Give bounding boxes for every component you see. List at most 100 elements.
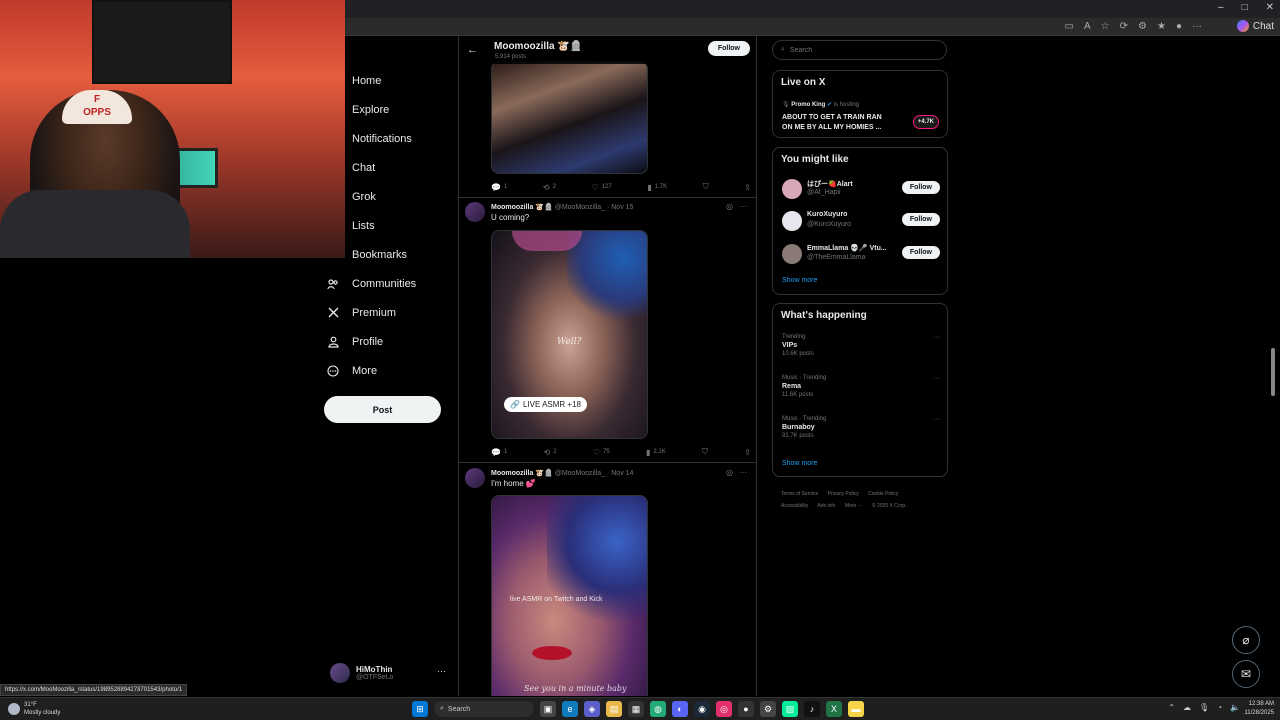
windows-start-icon[interactable]: ⊞: [412, 701, 428, 717]
trend-more-icon[interactable]: ···: [933, 375, 940, 382]
discord-icon[interactable]: ◐: [672, 701, 688, 717]
folder-icon[interactable]: ▤: [606, 701, 622, 717]
tweet-media[interactable]: live ASMR on Twitch and Kick See you in …: [491, 495, 648, 696]
trend-item[interactable]: Music · Trending Rema 11.6K posts ···: [782, 375, 940, 398]
suggested-account[interactable]: KuroXuyuro @KuroXuyuro Follow: [782, 210, 940, 232]
nav-item-profile[interactable]: Profile: [324, 327, 454, 356]
instagram-icon[interactable]: ◎: [716, 701, 732, 717]
page-scrollbar[interactable]: [1270, 36, 1276, 696]
tweet-more-icon[interactable]: ···: [739, 202, 747, 211]
bookmark-button[interactable]: ⛉: [703, 182, 709, 192]
tweet-handle[interactable]: @MooMoozilla_: [555, 204, 605, 211]
search-input[interactable]: [789, 46, 930, 54]
read-aloud-icon[interactable]: A: [1084, 21, 1091, 32]
settings-icon[interactable]: ⚙: [760, 701, 776, 717]
show-more-link[interactable]: Show more: [782, 277, 817, 284]
messages-floating-button[interactable]: ✉: [1232, 660, 1260, 688]
wifi-icon[interactable]: ◔: [1217, 703, 1222, 712]
avatar[interactable]: [465, 468, 485, 488]
privacy-link[interactable]: Privacy Policy: [828, 491, 859, 497]
tiktok-icon[interactable]: ♪: [804, 701, 820, 717]
ads-info-link[interactable]: Ads info: [817, 503, 835, 509]
nav-item-lists[interactable]: Lists: [324, 211, 454, 240]
tweet-date[interactable]: · Nov 14: [607, 470, 633, 477]
search-bar[interactable]: ⌕: [772, 40, 947, 60]
back-arrow-icon[interactable]: ←: [467, 44, 478, 56]
follow-button[interactable]: Follow: [901, 181, 940, 194]
cookie-link[interactable]: Cookie Policy: [868, 491, 898, 497]
accessibility-link[interactable]: Accessibility: [781, 503, 808, 509]
chevron-up-icon[interactable]: ⌃: [1168, 703, 1175, 712]
post-button[interactable]: Post: [324, 396, 441, 423]
tweet-author[interactable]: Moomoozilla 🐮🪦: [491, 470, 553, 477]
nav-item-premium[interactable]: Premium: [324, 298, 454, 327]
like-button[interactable]: ♡ 75: [593, 447, 610, 457]
grok-floating-button[interactable]: ⌀: [1232, 626, 1260, 654]
follow-button[interactable]: Follow: [707, 41, 750, 56]
nav-item-notifications[interactable]: Notifications: [324, 124, 454, 153]
obs-icon[interactable]: ●: [738, 701, 754, 717]
edge-icon[interactable]: e: [562, 701, 578, 717]
steam-icon[interactable]: ◉: [694, 701, 710, 717]
share-button[interactable]: ⇪: [744, 182, 751, 192]
task-view-icon[interactable]: ▣: [540, 701, 556, 717]
tweet-date[interactable]: · Nov 15: [607, 204, 633, 211]
grok-icon[interactable]: ◎: [726, 468, 733, 477]
repost-button[interactable]: ⟲ 2: [543, 182, 556, 192]
suggested-account[interactable]: はぴー🍓Alart @AI_Hapii Follow: [782, 178, 940, 200]
grok-icon[interactable]: ◎: [726, 202, 733, 211]
nav-item-explore[interactable]: Explore: [324, 95, 454, 124]
reader-mode-icon[interactable]: ▭: [1065, 21, 1074, 32]
share-button[interactable]: ⇪: [744, 447, 751, 457]
favorites-icon[interactable]: ★: [1157, 21, 1166, 32]
live-stream-title[interactable]: ABOUT TO GET A TRAIN RAN ON ME BY ALL MY…: [782, 113, 894, 133]
show-more-link[interactable]: Show more: [782, 460, 817, 467]
nav-item-chat[interactable]: Chat: [324, 153, 454, 182]
nav-item-bookmarks[interactable]: Bookmarks: [324, 240, 454, 269]
nav-item-more[interactable]: More: [324, 356, 454, 385]
copilot-button[interactable]: Chat: [1236, 20, 1274, 32]
views-button[interactable]: ▮ 1.7K: [647, 182, 667, 192]
tweet-media[interactable]: [491, 61, 648, 174]
chrome-icon[interactable]: ◍: [650, 701, 666, 717]
mic-icon[interactable]: 🎙: [1199, 703, 1209, 712]
excel-icon[interactable]: X: [826, 701, 842, 717]
profile-icon[interactable]: ●: [1176, 21, 1182, 32]
terms-link[interactable]: Terms of Service: [781, 491, 818, 497]
tweet-handle[interactable]: @MooMoozilla_: [555, 470, 605, 477]
tweet-media[interactable]: Well? 🔗 LIVE ASMR +18: [491, 230, 648, 439]
trend-more-icon[interactable]: ···: [933, 416, 940, 423]
copilot-icon[interactable]: ◈: [584, 701, 600, 717]
repost-button[interactable]: ⟲ 2: [544, 447, 557, 457]
trend-item[interactable]: Trending VIPs 10.6K posts ···: [782, 334, 940, 357]
close-window-button[interactable]: ✕: [1266, 2, 1274, 13]
views-button[interactable]: ▮ 2.1K: [646, 447, 666, 457]
taskbar-clock[interactable]: 12:38 AM 11/28/2025: [1244, 700, 1274, 718]
menu-icon[interactable]: ···: [1192, 21, 1202, 32]
scrollbar-thumb[interactable]: [1271, 348, 1275, 396]
sticky-notes-icon[interactable]: ▬: [848, 701, 864, 717]
nav-item-grok[interactable]: Grok: [324, 182, 454, 211]
reply-button[interactable]: 💬 1: [491, 447, 507, 457]
store-icon[interactable]: ▦: [628, 701, 644, 717]
follow-button[interactable]: Follow: [901, 246, 940, 259]
follow-button[interactable]: Follow: [901, 213, 940, 226]
account-switcher[interactable]: HiMoThin @OTFSeLo ···: [330, 660, 450, 686]
profile-timeline[interactable]: ← Moomoozilla 🐮🪦 5,914 posts Follow 💬 1 ⟲…: [458, 36, 757, 696]
extensions-icon[interactable]: ⚙: [1138, 21, 1147, 32]
live-on-x-card[interactable]: Live on X 🎙 Promo King ✔ is hosting ABOU…: [772, 70, 948, 138]
favorite-star-icon[interactable]: ☆: [1101, 21, 1110, 32]
weather-widget[interactable]: 31°F Mostly cloudy: [8, 701, 60, 717]
volume-icon[interactable]: 🔈: [1230, 703, 1240, 712]
more-link[interactable]: More ···: [845, 503, 863, 509]
avatar[interactable]: [465, 202, 485, 222]
taskbar-search[interactable]: ⌕ Search: [434, 701, 534, 717]
app-icon[interactable]: ▧: [782, 701, 798, 717]
trend-item[interactable]: Music · Trending Burnaboy 91.7K posts ··…: [782, 416, 940, 439]
network-icon[interactable]: ☁: [1183, 703, 1191, 712]
reply-button[interactable]: 💬 1: [491, 182, 507, 192]
tweet-author[interactable]: Moomoozilla 🐮🪦: [491, 204, 553, 211]
tweet-more-icon[interactable]: ···: [739, 468, 747, 477]
nav-item-home[interactable]: Home: [324, 66, 454, 95]
maximize-button[interactable]: □: [1242, 2, 1248, 13]
